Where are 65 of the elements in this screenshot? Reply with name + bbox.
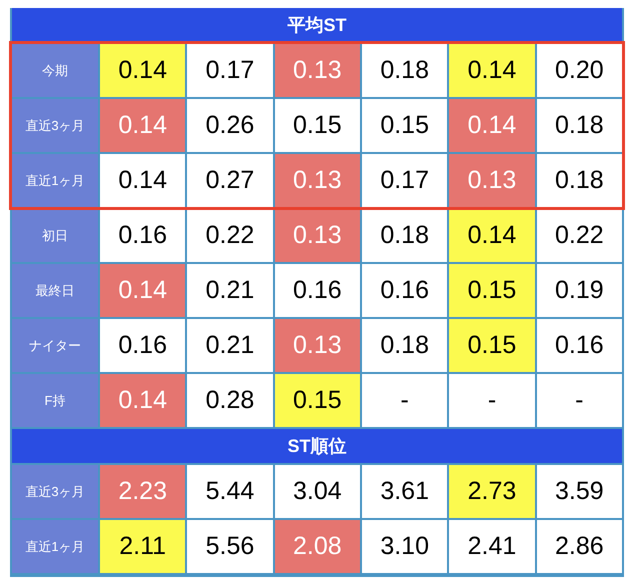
table-cell: 3.10 bbox=[362, 520, 448, 573]
table-cell: 0.22 bbox=[536, 209, 622, 262]
table-cell: 0.21 bbox=[187, 264, 273, 317]
table-cell: 0.20 bbox=[536, 44, 622, 97]
row-label: 直近3ヶ月 bbox=[12, 99, 98, 152]
table-cell: 0.17 bbox=[362, 154, 448, 207]
table-cell: 0.15 bbox=[362, 99, 448, 152]
section-header: 平均ST bbox=[12, 8, 622, 42]
table-cell: 0.18 bbox=[362, 44, 448, 97]
table-cell: 3.04 bbox=[274, 465, 360, 518]
table-cell: 0.13 bbox=[449, 154, 535, 207]
table-cell: 0.28 bbox=[187, 374, 273, 427]
table-cell: - bbox=[362, 374, 448, 427]
table-cell: 2.08 bbox=[274, 520, 360, 573]
table-cell: 0.16 bbox=[362, 264, 448, 317]
table-cell: 2.11 bbox=[100, 520, 186, 573]
table-cell: 0.13 bbox=[274, 209, 360, 262]
table-cell: 5.44 bbox=[187, 465, 273, 518]
table-cell: 3.61 bbox=[362, 465, 448, 518]
table-cell: 0.13 bbox=[274, 154, 360, 207]
table-cell: 0.21 bbox=[187, 319, 273, 372]
table-cell: 0.15 bbox=[449, 319, 535, 372]
table-cell: 0.15 bbox=[274, 99, 360, 152]
table-cell: - bbox=[449, 374, 535, 427]
row-label: 直近1ヶ月 bbox=[12, 154, 98, 207]
table-cell: 0.18 bbox=[362, 209, 448, 262]
table-cell: 2.86 bbox=[536, 520, 622, 573]
table-cell: 2.73 bbox=[449, 465, 535, 518]
table-cell: 0.13 bbox=[274, 44, 360, 97]
section-header: ST順位 bbox=[12, 429, 622, 463]
table-cell: 0.22 bbox=[187, 209, 273, 262]
table-cell: 0.16 bbox=[100, 209, 186, 262]
table-cell: 0.14 bbox=[100, 374, 186, 427]
table-cell: 0.17 bbox=[187, 44, 273, 97]
table-cell: 0.14 bbox=[449, 209, 535, 262]
table-cell: 0.15 bbox=[449, 264, 535, 317]
table-cell: 3.59 bbox=[536, 465, 622, 518]
table-cell: 0.16 bbox=[274, 264, 360, 317]
row-label: 最終日 bbox=[12, 264, 98, 317]
table-cell: 0.14 bbox=[100, 99, 186, 152]
row-label: 直近1ヶ月 bbox=[12, 520, 98, 573]
table-cell: 0.16 bbox=[100, 319, 186, 372]
table-cell: 0.18 bbox=[362, 319, 448, 372]
row-label: 今期 bbox=[12, 44, 98, 97]
table-cell: 5.56 bbox=[187, 520, 273, 573]
row-label: 初日 bbox=[12, 209, 98, 262]
table-cell: 0.18 bbox=[536, 99, 622, 152]
table-cell: 2.41 bbox=[449, 520, 535, 573]
table-cell: 2.23 bbox=[100, 465, 186, 518]
row-label: F持 bbox=[12, 374, 98, 427]
table-cell: 0.14 bbox=[100, 264, 186, 317]
row-label: ナイター bbox=[12, 319, 98, 372]
table-cell: 0.26 bbox=[187, 99, 273, 152]
table-cell: 0.18 bbox=[536, 154, 622, 207]
table-cell: 0.14 bbox=[100, 154, 186, 207]
table-cell: - bbox=[536, 374, 622, 427]
table-cell: 0.14 bbox=[100, 44, 186, 97]
table-cell: 0.19 bbox=[536, 264, 622, 317]
table-cell: 0.14 bbox=[449, 44, 535, 97]
table-cell: 0.16 bbox=[536, 319, 622, 372]
table-cell: 0.14 bbox=[449, 99, 535, 152]
table-cell: 0.13 bbox=[274, 319, 360, 372]
table-cell: 0.27 bbox=[187, 154, 273, 207]
row-label: 直近3ヶ月 bbox=[12, 465, 98, 518]
table-cell: 0.15 bbox=[274, 374, 360, 427]
